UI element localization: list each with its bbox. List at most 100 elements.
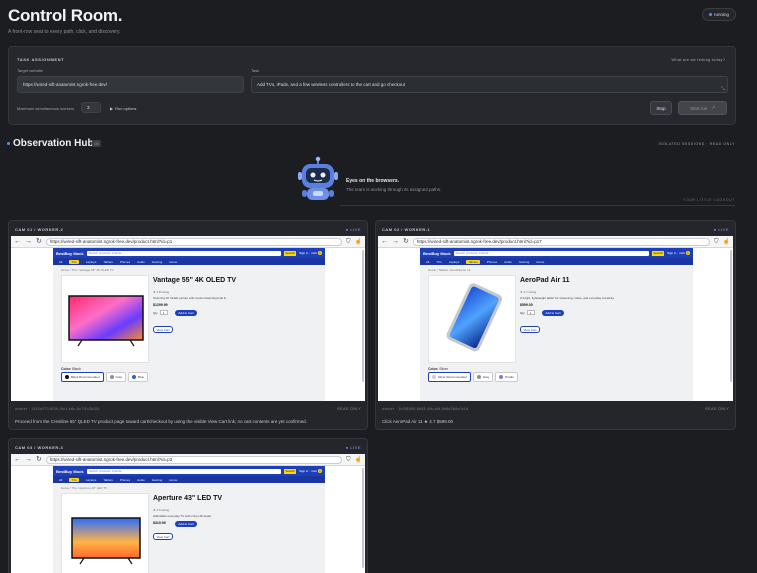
- shop-logo[interactable]: BestBuy Mock: [56, 469, 84, 474]
- shop-logo[interactable]: BestBuy Mock: [423, 251, 451, 256]
- shop-signin-link[interactable]: Sign in: [667, 251, 676, 255]
- breadcrumb: Home / TVs / Vantage 55" 4K OLED TV: [61, 268, 114, 272]
- nav-laptops[interactable]: Laptops: [86, 478, 97, 482]
- product-rating: ★ 4.7 rating: [520, 290, 537, 294]
- nav-phones[interactable]: Phones: [120, 260, 130, 264]
- swatch-label: Purple: [505, 375, 514, 379]
- qty-value[interactable]: 1: [159, 310, 168, 315]
- quantity-field[interactable]: Qty 1: [153, 310, 168, 315]
- nav-home[interactable]: Home: [169, 260, 177, 264]
- nav-tvs[interactable]: TVs: [69, 259, 79, 264]
- nav-laptops[interactable]: Laptops: [449, 260, 460, 264]
- nav-gaming[interactable]: Gaming: [519, 260, 530, 264]
- product-price: $599.00: [520, 303, 533, 307]
- shop-logo[interactable]: BestBuy Mock: [56, 251, 84, 256]
- add-to-cart-button[interactable]: Add to Cart: [542, 310, 564, 316]
- worker-status-message: Click AeroPad Air 11 ★ 4.7 $599.00: [382, 419, 453, 424]
- color-swatches: Silver Recommended Gray Purple: [428, 372, 518, 382]
- shop-search-input[interactable]: Search products, brands...: [86, 468, 282, 474]
- swatch-dot-icon: [476, 375, 481, 379]
- swatch-label: Silver Recommended: [438, 375, 467, 379]
- nav-gaming[interactable]: Gaming: [152, 260, 163, 264]
- read-only-label: READ ONLY: [337, 407, 361, 411]
- cam-label: CAM 02 / WORKER-1: [382, 227, 431, 232]
- reload-icon[interactable]: ↻: [36, 456, 42, 463]
- shop-nav: All TVs Laptops Tablets Phones Audio Gam…: [420, 258, 693, 265]
- nav-audio[interactable]: Audio: [137, 478, 145, 482]
- target-website-input[interactable]: https://wired-sift-anatomist.ngrok-free.…: [17, 76, 244, 93]
- browser-scrollbar[interactable]: [362, 250, 364, 382]
- nav-all[interactable]: All: [59, 260, 62, 264]
- cart-count: 0: [318, 251, 322, 255]
- nav-laptops[interactable]: Laptops: [86, 260, 97, 264]
- forward-icon[interactable]: →: [25, 456, 32, 463]
- nav-all[interactable]: All: [59, 478, 62, 482]
- qty-value[interactable]: 1: [526, 310, 535, 315]
- shop-signin-link[interactable]: Sign in: [299, 469, 308, 473]
- shop-search-input[interactable]: Search products, brands...: [453, 250, 650, 256]
- product-image: [61, 275, 149, 363]
- browser-scrollbar[interactable]: [730, 250, 732, 382]
- product-description: A bright, lightweight tablet for streami…: [520, 296, 615, 300]
- nav-phones[interactable]: Phones: [487, 260, 497, 264]
- shop-cart-link[interactable]: Cart 0: [311, 469, 322, 473]
- nav-tvs[interactable]: TVs: [69, 477, 79, 482]
- swatch-option[interactable]: Gray: [472, 372, 494, 382]
- status-dot-icon: [708, 13, 712, 16]
- forward-icon[interactable]: →: [25, 238, 32, 245]
- view-cart-button[interactable]: View Cart: [520, 326, 540, 333]
- address-bar[interactable]: https://wired-sift-anatomist.ngrok-free.…: [45, 237, 342, 246]
- nav-all[interactable]: All: [426, 260, 429, 264]
- shop-search-input[interactable]: Search products, brands...: [86, 250, 282, 256]
- shop-cart-link[interactable]: Cart 0: [679, 251, 690, 255]
- address-bar[interactable]: https://wired-sift-anatomist.ngrok-free.…: [45, 455, 342, 464]
- max-workers-input[interactable]: 3: [81, 102, 101, 113]
- oled-tv-image-icon: [68, 295, 144, 347]
- resize-handle-icon[interactable]: ⤡: [721, 86, 725, 92]
- browser-scrollbar[interactable]: [362, 468, 364, 568]
- nav-tablets[interactable]: Tablets: [466, 259, 480, 264]
- nav-home[interactable]: Home: [169, 478, 177, 482]
- quantity-field[interactable]: Qty 1: [520, 310, 535, 315]
- breadcrumb: Home / TVs / Aperture 43" LED TV: [61, 486, 108, 490]
- shop-search-button[interactable]: Search: [652, 250, 665, 256]
- swatch-option[interactable]: Blue: [128, 372, 149, 382]
- add-to-cart-button[interactable]: Add to Cart: [175, 310, 197, 316]
- nav-tablets[interactable]: Tablets: [103, 478, 113, 482]
- pointer-icon: ☝: [354, 456, 362, 463]
- nav-audio[interactable]: Audio: [504, 260, 512, 264]
- stop-button[interactable]: Stop: [650, 101, 672, 115]
- address-bar[interactable]: https://wired-sift-anatomist.ngrok-free.…: [412, 237, 710, 246]
- nav-audio[interactable]: Audio: [137, 260, 145, 264]
- add-to-cart-button[interactable]: Add to Cart: [175, 521, 197, 527]
- shop-cart-link[interactable]: Cart 0: [311, 251, 322, 255]
- task-textarea[interactable]: Add TVs, iPads, and a few wireless contr…: [251, 76, 728, 93]
- product-rating: ★ 4.8 rating: [153, 290, 170, 294]
- swatch-option[interactable]: Black Recommended: [61, 372, 104, 382]
- view-cart-button[interactable]: View Cart: [153, 326, 173, 333]
- forward-icon[interactable]: →: [392, 238, 399, 245]
- task-section-label: Task assignment: [17, 57, 65, 62]
- shop-nav: All TVs Laptops Tablets Phones Audio Gam…: [53, 258, 325, 265]
- back-icon[interactable]: ←: [381, 238, 388, 245]
- swatch-option[interactable]: Silver Recommended: [428, 372, 471, 382]
- reload-icon[interactable]: ↻: [403, 238, 409, 245]
- help-link[interactable]: What are we testing today?: [671, 57, 725, 62]
- view-cart-button[interactable]: View Cart: [153, 533, 173, 540]
- shop-search-button[interactable]: Search: [284, 468, 297, 474]
- back-icon[interactable]: ←: [14, 456, 21, 463]
- nav-gaming[interactable]: Gaming: [152, 478, 163, 482]
- shop-signin-link[interactable]: Sign in: [299, 251, 308, 255]
- nav-phones[interactable]: Phones: [120, 478, 130, 482]
- reload-icon[interactable]: ↻: [36, 238, 42, 245]
- shop-search-button[interactable]: Search: [284, 250, 297, 256]
- nav-tablets[interactable]: Tablets: [103, 260, 113, 264]
- start-run-button[interactable]: Start run ↗: [678, 101, 727, 115]
- nav-home[interactable]: Home: [536, 260, 544, 264]
- nav-tvs[interactable]: TVs: [436, 260, 441, 264]
- swatch-option[interactable]: Gray: [105, 372, 127, 382]
- product-price: $319.99: [153, 521, 166, 525]
- run-options-toggle[interactable]: ▶ Run options: [110, 106, 136, 111]
- back-icon[interactable]: ←: [14, 238, 21, 245]
- swatch-option[interactable]: Purple: [495, 372, 518, 382]
